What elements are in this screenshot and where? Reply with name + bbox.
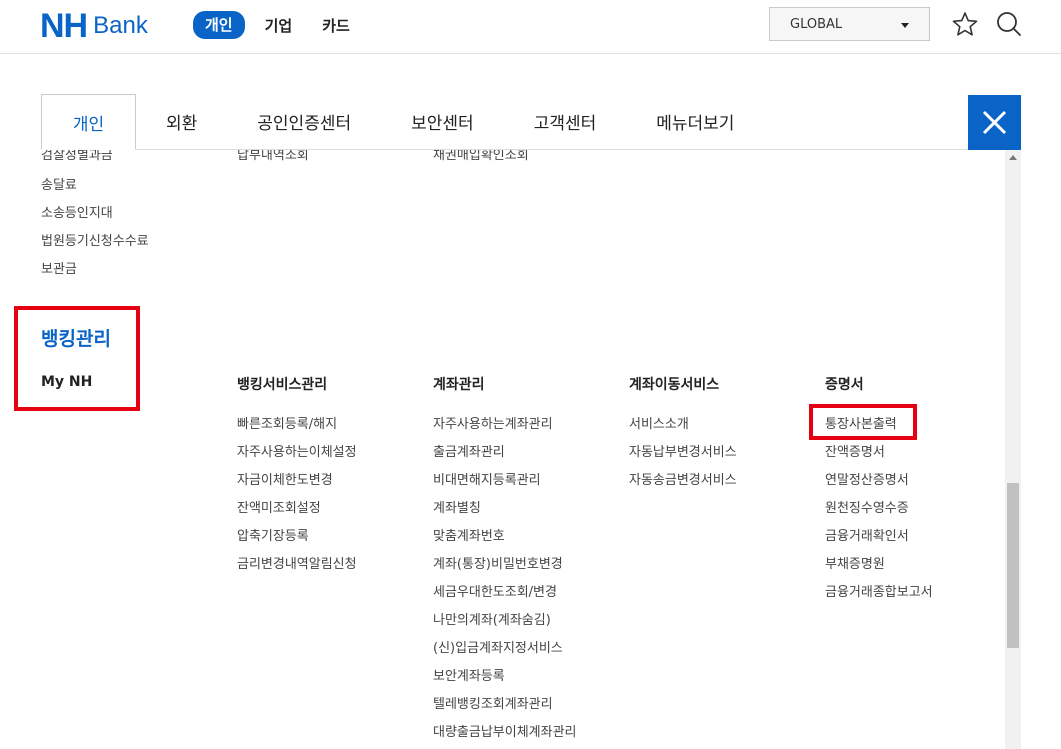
tab-foreign-exchange[interactable]: 외환 xyxy=(136,94,228,150)
menu-link[interactable]: 부채증명원 xyxy=(825,553,885,572)
menu-link[interactable]: 계좌별칭 xyxy=(433,497,481,516)
close-button[interactable] xyxy=(968,95,1021,150)
menu-link[interactable]: 송달료 xyxy=(41,174,77,193)
section-subtitle[interactable]: My NH xyxy=(41,374,92,390)
menu-link[interactable]: 텔레뱅킹조회계좌관리 xyxy=(433,693,553,712)
menu-link[interactable]: 원천징수영수증 xyxy=(825,497,909,516)
logo-nh-text: NH xyxy=(40,7,88,45)
tab-menu-more[interactable]: 메뉴더보기 xyxy=(626,94,765,150)
menu-link[interactable]: 통장사본출력 xyxy=(825,413,897,432)
menu-link[interactable]: 자동납부변경서비스 xyxy=(629,441,737,460)
menu-link[interactable]: 금융거래확인서 xyxy=(825,525,909,544)
logo-bank-text: Bank xyxy=(93,12,148,39)
menu-link[interactable]: 보관금 xyxy=(41,258,77,277)
menu-link[interactable]: 자주사용하는계좌관리 xyxy=(433,413,553,432)
tab-personal[interactable]: 개인 xyxy=(41,94,136,150)
chevron-down-icon xyxy=(901,23,909,28)
highlight-box xyxy=(14,306,140,411)
menu-link[interactable]: 잔액미조회설정 xyxy=(237,497,321,516)
column-heading[interactable]: 증명서 xyxy=(825,374,864,394)
menu-link[interactable]: 소송등인지대 xyxy=(41,202,113,221)
nav-personal[interactable]: 개인 xyxy=(193,11,245,39)
menu-link[interactable]: 검찰정별과금 xyxy=(41,150,113,163)
tab-certificate-center[interactable]: 공인인증센터 xyxy=(227,94,382,150)
scroll-up-arrow-icon[interactable] xyxy=(1009,155,1017,160)
global-select[interactable]: GLOBAL xyxy=(769,7,930,41)
menu-link[interactable]: 압축기장등록 xyxy=(237,525,309,544)
menu-link[interactable]: 자금이체한도변경 xyxy=(237,469,333,488)
search-icon[interactable] xyxy=(996,11,1022,37)
menu-tabs: 개인 외환 공인인증센터 보안센터 고객센터 메뉴더보기 xyxy=(41,94,765,150)
star-icon[interactable] xyxy=(952,11,978,37)
scrollbar-thumb[interactable] xyxy=(1007,483,1019,648)
close-icon xyxy=(982,110,1007,135)
menu-link[interactable]: 세금우대한도조회/변경 xyxy=(433,581,557,600)
menu-link[interactable]: 맞춤계좌번호 xyxy=(433,525,505,544)
column-heading[interactable]: 계좌이동서비스 xyxy=(629,374,719,394)
menu-link[interactable]: 빠른조회등록/해지 xyxy=(237,413,337,432)
nh-bank-logo[interactable]: NH Bank xyxy=(40,7,148,45)
global-select-value: GLOBAL xyxy=(790,17,843,32)
menu-link[interactable]: 납부내역조회 xyxy=(237,150,309,163)
menu-link[interactable]: 출금계좌관리 xyxy=(433,441,505,460)
section-title[interactable]: 뱅킹관리 xyxy=(41,324,111,351)
column-heading[interactable]: 계좌관리 xyxy=(433,374,485,394)
menu-link[interactable]: 자동송금변경서비스 xyxy=(629,469,737,488)
vertical-scrollbar[interactable] xyxy=(1005,150,1021,749)
menu-link[interactable]: 보안계좌등록 xyxy=(433,665,505,684)
menu-link[interactable]: 계좌(통장)비밀번호변경 xyxy=(433,553,563,572)
menu-link[interactable]: (신)입금계좌지정서비스 xyxy=(433,637,563,656)
menu-link[interactable]: 나만의계좌(계좌숨김) xyxy=(433,609,551,628)
nav-corporate[interactable]: 기업 xyxy=(265,15,293,36)
column-heading[interactable]: 뱅킹서비스관리 xyxy=(237,374,327,394)
menu-link[interactable]: 잔액증명서 xyxy=(825,441,885,460)
menu-link[interactable]: 채권매입확인조회 xyxy=(433,150,529,163)
menu-link[interactable]: 자주사용하는이체설정 xyxy=(237,441,357,460)
top-nav: 개인 기업 카드 xyxy=(193,11,380,39)
tab-security-center[interactable]: 보안센터 xyxy=(381,94,504,150)
nav-card[interactable]: 카드 xyxy=(322,15,350,36)
menu-link[interactable]: 연말정산증명서 xyxy=(825,469,909,488)
menu-link[interactable]: 법원등기신청수수료 xyxy=(41,230,149,249)
menu-content: 검찰정별과금 송달료 소송등인지대 법원등기신청수수료 보관금 납부내역조회 채… xyxy=(0,150,1005,749)
top-header: NH Bank 개인 기업 카드 GLOBAL xyxy=(0,0,1061,54)
menu-link[interactable]: 금융거래종합보고서 xyxy=(825,581,933,600)
menu-link[interactable]: 대량출금납부이체계좌관리 xyxy=(433,721,577,740)
menu-link[interactable]: 서비스소개 xyxy=(629,413,689,432)
menu-link[interactable]: 비대면해지등록관리 xyxy=(433,469,541,488)
tab-customer-center[interactable]: 고객센터 xyxy=(503,94,627,150)
menu-link[interactable]: 금리변경내역알림신청 xyxy=(237,553,357,572)
